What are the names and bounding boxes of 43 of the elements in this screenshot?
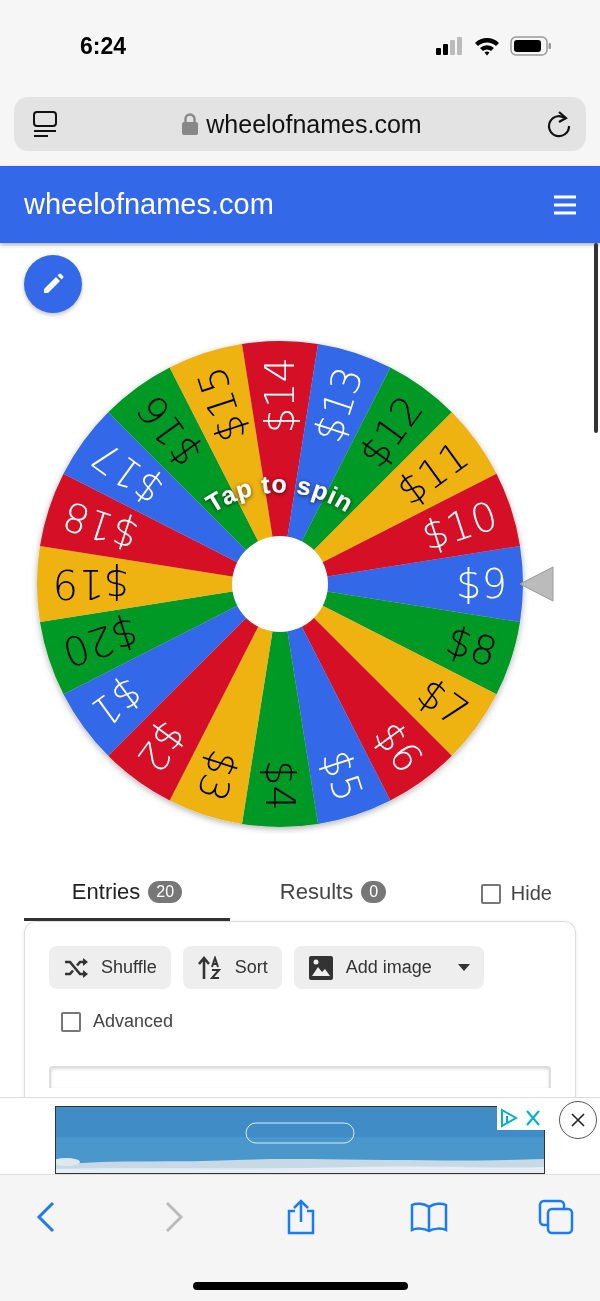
tabs-button[interactable] — [536, 1197, 576, 1237]
tabs-icon — [538, 1199, 574, 1235]
menu-icon — [554, 194, 576, 215]
close-button[interactable] — [559, 1101, 597, 1139]
checkbox[interactable] — [61, 1011, 81, 1032]
image-icon — [307, 954, 334, 981]
lock-icon — [182, 113, 199, 135]
reload-icon[interactable] — [546, 110, 572, 138]
shuffle-button[interactable]: Shuffle — [49, 946, 171, 989]
reader-icon — [32, 110, 58, 138]
pointer-icon — [519, 566, 554, 602]
status-time: 6:24 — [80, 32, 127, 60]
checkbox-label: Hide — [510, 882, 552, 905]
book-icon — [409, 1201, 448, 1233]
checkbox-label: Advanced — [93, 1011, 174, 1032]
wheel-label: $14 — [257, 357, 303, 434]
edit-button[interactable] — [24, 255, 82, 313]
sort-icon — [196, 955, 223, 980]
entries-field[interactable] — [49, 1066, 551, 1088]
caret-icon — [457, 964, 470, 971]
image-button[interactable]: Add image — [293, 946, 484, 989]
battery-icon — [510, 36, 552, 56]
wifi-icon — [474, 36, 500, 56]
close-icon — [570, 1112, 586, 1128]
tab[interactable]: Results 0 — [230, 866, 436, 921]
pencil-icon — [42, 273, 64, 295]
share-icon — [286, 1199, 316, 1235]
address-bar[interactable]: wheelofnames.com — [14, 97, 586, 151]
shuffle-icon — [63, 956, 89, 979]
back-icon — [36, 1201, 56, 1233]
signal-icon — [436, 37, 464, 55]
count-badge: 20 — [148, 881, 183, 903]
forward-icon — [163, 1201, 184, 1233]
url-text: wheelofnames.com — [206, 109, 422, 139]
count-badge: 0 — [361, 881, 387, 903]
tab[interactable]: Entries 20 — [24, 866, 230, 921]
site-title[interactable]: wheelofnames.com — [24, 188, 274, 221]
sort-button[interactable]: Sort — [182, 946, 282, 989]
menu-button[interactable] — [554, 194, 576, 215]
wheel-label: $19 — [53, 561, 130, 607]
wheel-label: $4 — [257, 760, 303, 811]
checkbox[interactable] — [480, 883, 501, 904]
wheel-label: $9 — [456, 561, 507, 607]
